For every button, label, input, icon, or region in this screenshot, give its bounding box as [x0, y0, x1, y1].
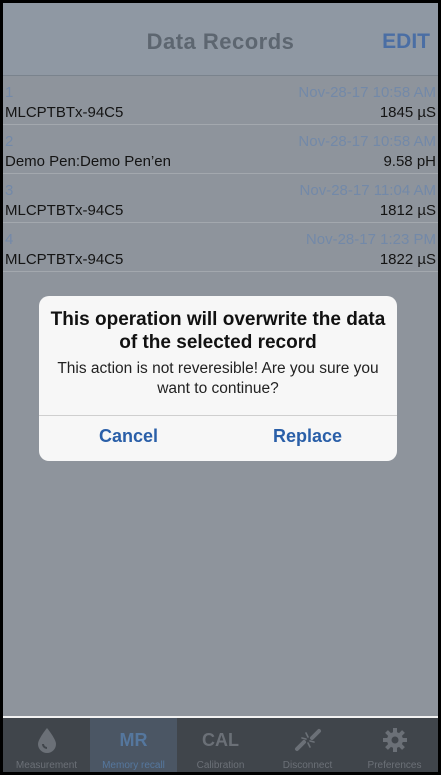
- alert-button-row: Cancel Replace: [39, 415, 397, 461]
- gear-icon: [351, 726, 438, 754]
- app-screen: Data Records EDIT 1 Nov-28-17 10:58 AM M…: [3, 3, 438, 772]
- record-number: 4: [5, 231, 14, 248]
- record-date: Nov-28-17 11:04 AM: [299, 182, 436, 199]
- tab-bar: Measurement MR Memory recall CAL Calibra…: [3, 718, 438, 772]
- page-title: Data Records: [146, 29, 295, 54]
- record-device-name: MLCPTBTx-94C5: [5, 251, 124, 268]
- disconnect-icon: [264, 726, 351, 754]
- record-value: 1845 µS: [379, 104, 436, 121]
- tab-label: Calibration: [196, 760, 245, 771]
- record-number: 3: [5, 182, 14, 199]
- record-device-name: MLCPTBTx-94C5: [5, 104, 124, 121]
- record-value: 9.58 pH: [383, 153, 436, 170]
- record-row[interactable]: 2 Nov-28-17 10:58 AM Demo Pen:Demo Pen’e…: [3, 125, 438, 174]
- tab-label: Memory recall: [102, 760, 165, 771]
- record-date: Nov-28-17 10:58 AM: [298, 133, 436, 150]
- overwrite-alert-dialog: This operation will overwrite the data o…: [39, 296, 397, 461]
- record-date: Nov-28-17 1:23 PM: [305, 231, 436, 248]
- record-number: 1: [5, 84, 14, 101]
- record-row[interactable]: 1 Nov-28-17 10:58 AM MLCPTBTx-94C5 1845 …: [3, 76, 438, 125]
- tab-memory-recall[interactable]: MR Memory recall: [90, 718, 177, 772]
- replace-button[interactable]: Replace: [218, 416, 397, 461]
- tab-disconnect[interactable]: Disconnect: [264, 718, 351, 772]
- alert-message: This action is not reveresible! Are you …: [57, 360, 379, 397]
- edit-button[interactable]: EDIT: [382, 30, 430, 54]
- record-value: 1822 µS: [379, 251, 436, 268]
- mr-icon: MR: [119, 729, 148, 750]
- record-row[interactable]: 4 Nov-28-17 1:23 PM MLCPTBTx-94C5 1822 µ…: [3, 223, 438, 272]
- tab-label: Disconnect: [282, 760, 333, 771]
- record-row[interactable]: 3 Nov-28-17 11:04 AM MLCPTBTx-94C5 1812 …: [3, 174, 438, 223]
- cal-icon: CAL: [202, 729, 239, 750]
- drop-icon: [3, 726, 90, 754]
- tab-calibration[interactable]: CAL Calibration: [177, 718, 264, 772]
- navigation-bar: Data Records EDIT: [3, 3, 438, 76]
- record-device-name: MLCPTBTx-94C5: [5, 202, 124, 219]
- tab-preferences[interactable]: Preferences: [351, 718, 438, 772]
- cancel-button[interactable]: Cancel: [39, 416, 218, 461]
- record-device-name: Demo Pen:Demo Pen’en: [5, 153, 171, 170]
- record-value: 1812 µS: [379, 202, 436, 219]
- record-number: 2: [5, 133, 14, 150]
- tab-label: Measurement: [15, 760, 78, 771]
- record-date: Nov-28-17 10:58 AM: [298, 84, 436, 101]
- tab-label: Preferences: [367, 760, 422, 771]
- tab-measurement[interactable]: Measurement: [3, 718, 90, 772]
- alert-title: This operation will overwrite the data o…: [50, 309, 386, 353]
